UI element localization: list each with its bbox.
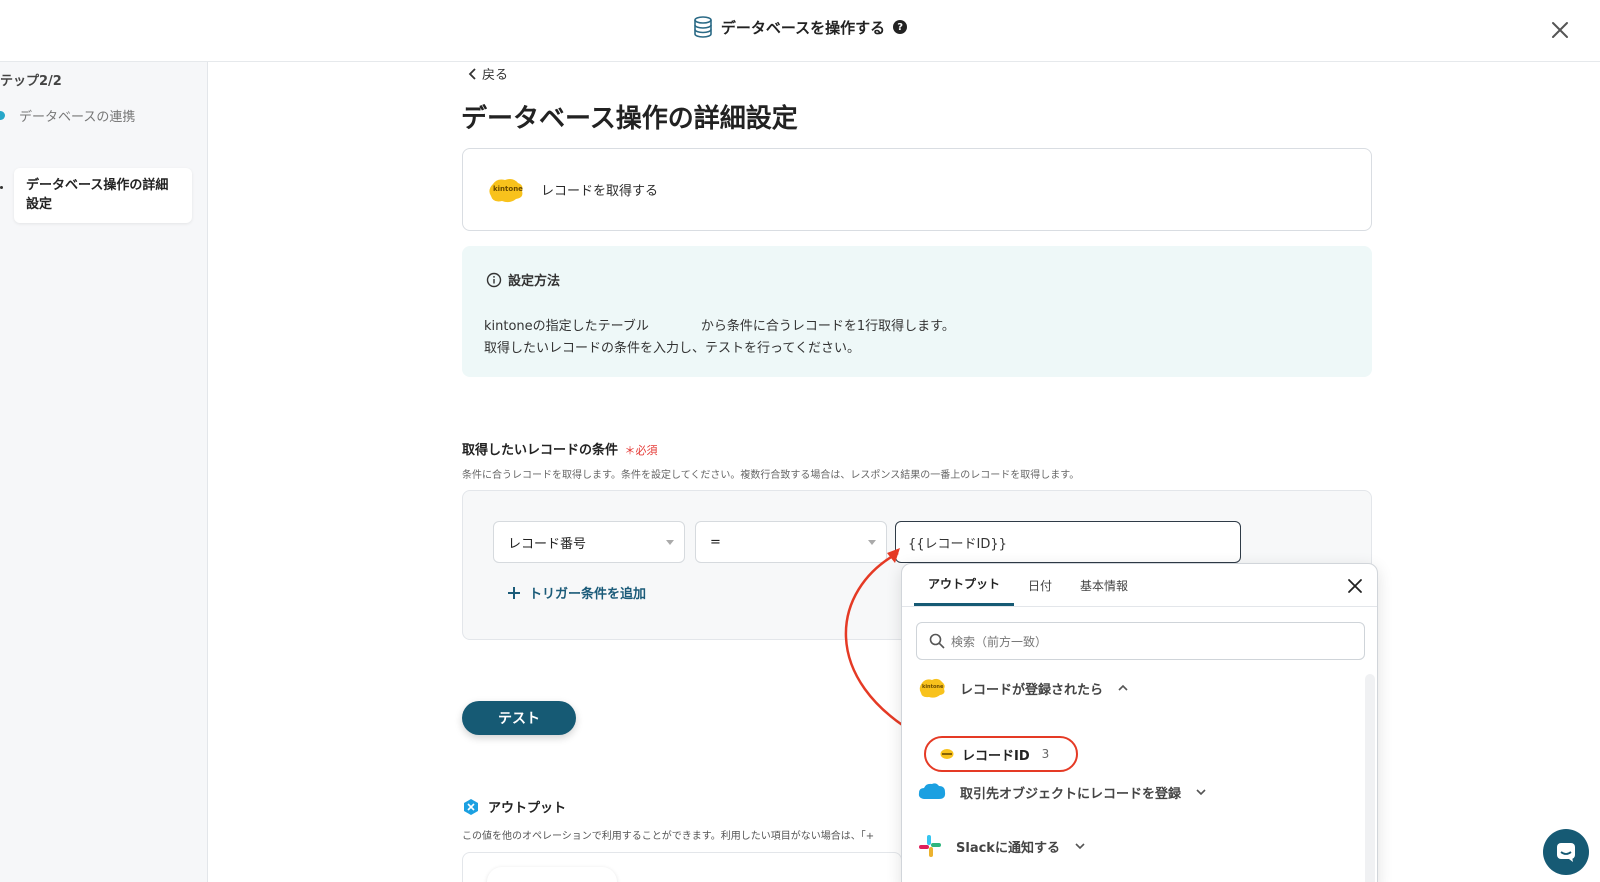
tab-date[interactable]: 日付 [1014, 564, 1066, 606]
output-item-label: レコードID [962, 748, 1030, 764]
group-slack-notify[interactable]: Slackに通知する [918, 834, 1086, 858]
chevron-left-icon [468, 67, 476, 80]
group-label: 取引先オブジェクトにレコードを登録 [960, 786, 1182, 802]
sidebar-item-label: データベース操作の詳細設定 [26, 178, 169, 212]
action-label: レコードを取得する [541, 184, 659, 199]
output-item[interactable] [487, 867, 617, 882]
action-card[interactable]: kintone レコードを取得する [462, 148, 1372, 231]
plus-icon [508, 586, 520, 599]
search-placeholder: 検索（前方一致） [951, 634, 1048, 649]
close-icon [1348, 579, 1362, 593]
info-icon [486, 272, 502, 287]
info-text-line1: kintoneの指定したテーブル から条件に合うレコードを1行取得します。 [484, 319, 955, 334]
add-condition-button[interactable]: トリガー条件を追加 [507, 583, 646, 602]
help-icon[interactable]: ? [893, 20, 908, 34]
search-input[interactable]: 検索（前方一致） [916, 622, 1365, 660]
output-list [462, 852, 902, 882]
kintone-logo-text: kintone [922, 684, 944, 690]
kintone-logo-text: kintone [493, 184, 523, 193]
add-condition-label: トリガー条件を追加 [529, 587, 647, 602]
kintone-mini-icon [940, 749, 954, 759]
test-button[interactable]: テスト [462, 701, 576, 735]
chevron-down-icon [1075, 843, 1085, 850]
operator-select-value: = [710, 534, 721, 550]
required-badge: ＊必須 [624, 444, 658, 457]
popup-tabs: アウトプット 日付 基本情報 [914, 564, 1142, 606]
group-label: Slackに通知する [956, 840, 1060, 856]
close-icon [1552, 22, 1568, 38]
group-salesforce-register[interactable]: 取引先オブジェクトにレコードを登録 [918, 782, 1207, 802]
popup-close-button[interactable] [1343, 574, 1367, 598]
condition-description: 条件に合うレコードを取得します。条件を設定してください。複数行合致する場合は、レ… [462, 470, 1080, 481]
kintone-logo: kintone [487, 176, 525, 204]
step-done-dot [0, 111, 5, 120]
salesforce-cloud-icon [918, 783, 946, 799]
sidebar-item-label: データベースの連携 [19, 110, 136, 125]
chevron-up-icon [1118, 684, 1128, 691]
condition-title: 取得したいレコードの条件 ＊必須 [462, 439, 658, 458]
back-link[interactable]: 戻る [468, 64, 508, 83]
dialog-title-text: データベースを操作する [720, 18, 886, 37]
info-box: 設定方法 kintoneの指定したテーブル から条件に合うレコードを1行取得しま… [462, 246, 1372, 377]
variable-picker-popup: アウトプット 日付 基本情報 検索（前方一致） kintone レコードが登録さ… [901, 563, 1378, 882]
database-icon [694, 16, 712, 38]
field-select-value: レコード番号 [508, 536, 587, 552]
sidebar-item-detail-settings[interactable]: データベース操作の詳細設定 [14, 168, 192, 223]
divider [902, 606, 1377, 607]
operator-select[interactable]: = [695, 521, 887, 563]
back-label: 戻る [482, 68, 509, 83]
search-icon [929, 633, 945, 649]
info-heading-text: 設定方法 [508, 274, 561, 289]
top-bar: データベースを操作する ? [0, 0, 1600, 62]
info-text-line2: 取得したいレコードの条件を入力し、テストを行ってください。 [484, 341, 860, 356]
page-title: データベース操作の詳細設定 [461, 104, 798, 134]
output-description: この値を他のオペレーションで利用することができます。利用したい項目がない場合は、… [462, 831, 875, 842]
output-title-text: アウトプット [488, 801, 567, 816]
chat-icon [1557, 843, 1575, 862]
chevron-down-icon [666, 540, 674, 545]
step-sidebar: テップ2/2 データベースの連携 データベース操作の詳細設定 [0, 62, 208, 882]
sidebar-item-database-link[interactable]: データベースの連携 [0, 106, 135, 125]
scrollbar[interactable] [1365, 674, 1375, 882]
output-title: アウトプット [462, 797, 566, 816]
chevron-down-icon [868, 540, 876, 545]
tab-basic-info[interactable]: 基本情報 [1066, 564, 1142, 606]
dialog-title: データベースを操作する ? [0, 16, 1600, 38]
field-select[interactable]: レコード番号 [493, 521, 685, 563]
group-record-registered[interactable]: kintone レコードが登録されたら [918, 677, 1129, 699]
kintone-logo: kintone [918, 677, 946, 699]
condition-title-text: 取得したいレコードの条件 [462, 443, 619, 458]
chevron-down-icon [1196, 789, 1206, 796]
chat-support-button[interactable] [1543, 829, 1589, 875]
tab-output[interactable]: アウトプット [914, 564, 1015, 606]
close-dialog-button[interactable] [1544, 14, 1576, 46]
step-current-marker [0, 186, 3, 189]
yoom-output-icon [464, 798, 478, 815]
output-item-record-id[interactable]: レコードID 3 [924, 736, 1078, 772]
condition-value-input[interactable]: {{レコードID}} [895, 521, 1241, 563]
group-label: レコードが登録されたら [960, 682, 1104, 698]
info-heading: 設定方法 [486, 270, 560, 289]
output-item-value: 3 [1041, 747, 1050, 761]
slack-icon [919, 835, 941, 857]
condition-value-text: {{レコードID}} [908, 536, 1007, 552]
step-indicator: テップ2/2 [0, 74, 62, 89]
